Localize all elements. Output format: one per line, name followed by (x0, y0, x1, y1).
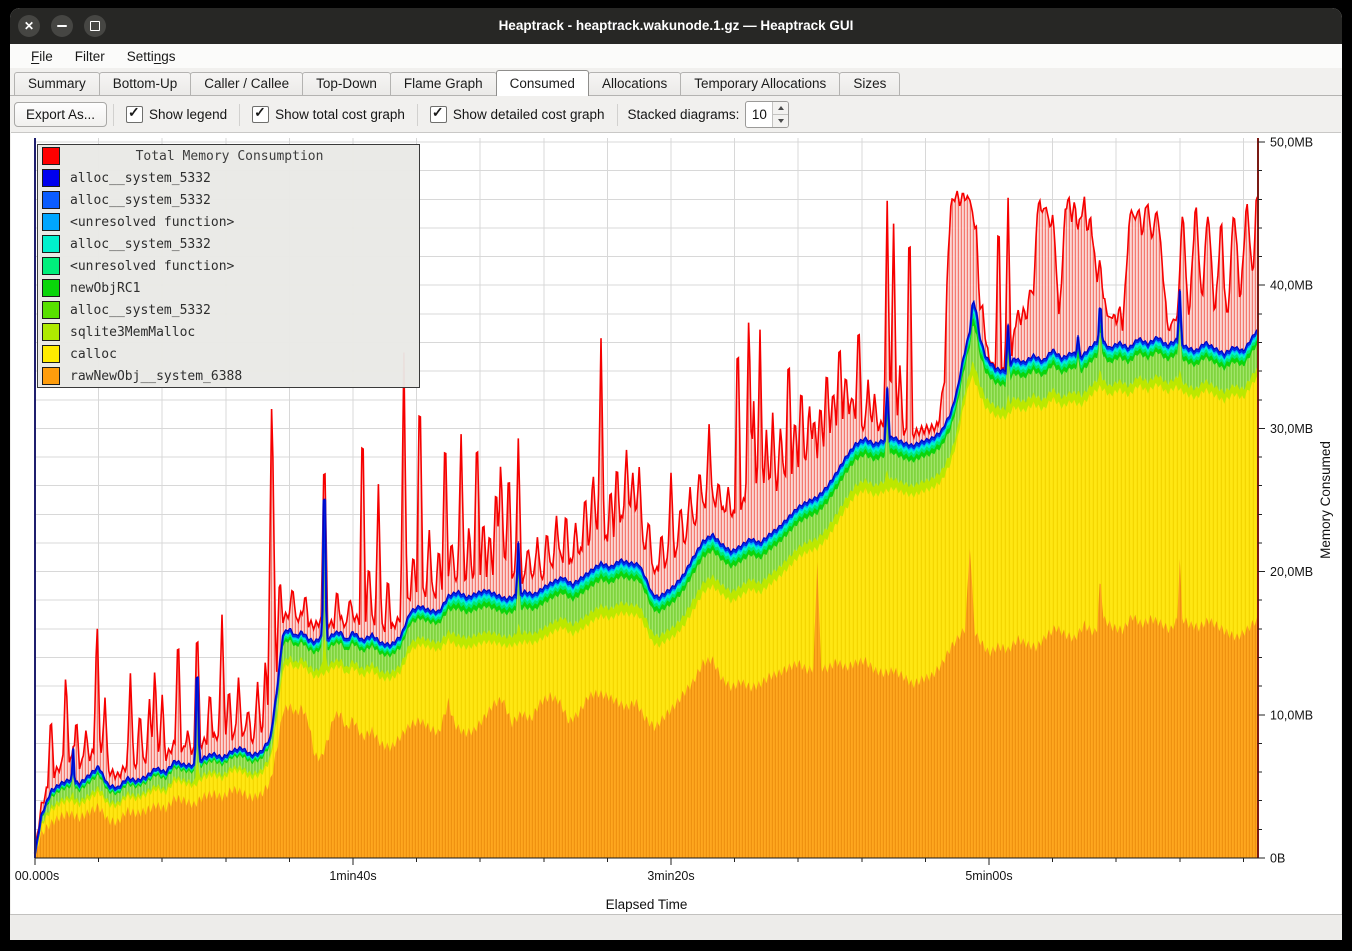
maximize-icon (90, 21, 100, 31)
spinner-up-button[interactable] (773, 102, 788, 115)
checkbox-label: Show total cost graph (275, 107, 405, 122)
tab-summary[interactable]: Summary (14, 72, 100, 95)
x-tick-label: 5min00s (965, 869, 1012, 883)
toolbar-separator (417, 104, 418, 126)
checkbox-group: ✓ Show legend ✓ Show total cost graph ✓ Show … (120, 104, 611, 126)
legend-label: alloc__system_5332 (70, 193, 211, 208)
legend-item: rawNewObj__system_6388 (38, 365, 419, 387)
legend-item: alloc__system_5332 (38, 299, 419, 321)
toolbar-separator (617, 104, 618, 126)
tab-allocations[interactable]: Allocations (588, 72, 681, 95)
tab-flame-graph[interactable]: Flame Graph (390, 72, 497, 95)
legend-swatch (42, 235, 60, 253)
y-tick-label: 30,0MB (1270, 422, 1313, 436)
legend-title-row: Total Memory Consumption (38, 145, 419, 167)
toolbar: Export As... ✓ Show legend ✓ Show total cos… (10, 96, 1342, 133)
tab-bottom-up[interactable]: Bottom-Up (99, 72, 192, 95)
tab-caller-callee[interactable]: Caller / Callee (190, 72, 303, 95)
chart-legend: Total Memory Consumption alloc__system_53… (37, 144, 420, 388)
legend-item: alloc__system_5332 (38, 189, 419, 211)
legend-swatch-total (42, 147, 60, 165)
legend-swatch (42, 257, 60, 275)
checkbox-label: Show legend (149, 107, 227, 122)
legend-swatch (42, 169, 60, 187)
checkbox-show-detailed-cost-graph[interactable]: ✓ Show detailed cost graph (430, 106, 605, 123)
menu-item-filter[interactable]: Filter (64, 47, 116, 66)
legend-label: <unresolved function> (70, 215, 234, 230)
y-tick-label: 50,0MB (1270, 136, 1313, 150)
x-axis-title: Elapsed Time (606, 897, 688, 912)
legend-label: newObjRC1 (70, 281, 140, 296)
legend-label: alloc__system_5332 (70, 303, 211, 318)
legend-item: alloc__system_5332 (38, 167, 419, 189)
legend-label: <unresolved function> (70, 259, 234, 274)
checkbox-label: Show detailed cost graph (453, 107, 605, 122)
legend-title: Total Memory Consumption (60, 149, 419, 164)
checkbox-show-legend[interactable]: ✓ Show legend (126, 106, 227, 123)
legend-item: alloc__system_5332 (38, 233, 419, 255)
legend-swatch (42, 191, 60, 209)
tab-temporary-allocations[interactable]: Temporary Allocations (680, 72, 840, 95)
legend-label: sqlite3MemMalloc (70, 325, 195, 340)
close-button[interactable]: ✕ (18, 15, 40, 37)
minimize-button[interactable] (51, 15, 73, 37)
title-bar: ✕ Heaptrack - heaptrack.wakunode.1.gz — … (10, 8, 1342, 44)
window-footer (10, 914, 1342, 940)
y-tick-label: 0B (1270, 852, 1285, 866)
check-icon: ✓ (128, 104, 140, 121)
menu-item-settings[interactable]: Settings (116, 47, 187, 66)
window-title: Heaptrack - heaptrack.wakunode.1.gz — He… (10, 8, 1342, 44)
maximize-button[interactable] (84, 15, 106, 37)
menu-item-file[interactable]: File (20, 47, 64, 66)
tab-bar: SummaryBottom-UpCaller / CalleeTop-DownF… (10, 68, 1342, 96)
app-window: ✕ Heaptrack - heaptrack.wakunode.1.gz — … (10, 8, 1342, 940)
y-tick-label: 20,0MB (1270, 565, 1313, 579)
legend-swatch (42, 301, 60, 319)
tab-consumed[interactable]: Consumed (496, 70, 589, 96)
checkbox-box: ✓ (126, 106, 143, 123)
legend-swatch (42, 345, 60, 363)
spinner-down-button[interactable] (773, 115, 788, 127)
x-tick-label: 3min20s (647, 869, 694, 883)
export-as-button[interactable]: Export As... (14, 102, 107, 127)
chevron-down-icon (778, 119, 784, 123)
tab-top-down[interactable]: Top-Down (302, 72, 391, 95)
check-icon: ✓ (254, 104, 266, 121)
legend-swatch (42, 279, 60, 297)
y-tick-label: 10,0MB (1270, 708, 1313, 722)
legend-label: alloc__system_5332 (70, 237, 211, 252)
x-tick-label: 00.000s (15, 869, 59, 883)
legend-swatch (42, 367, 60, 385)
y-axis-title: Memory Consumed (1318, 441, 1333, 559)
stacked-diagrams-label: Stacked diagrams: (628, 107, 740, 122)
y-tick-label: 40,0MB (1270, 279, 1313, 293)
check-icon: ✓ (432, 104, 444, 121)
close-icon: ✕ (24, 20, 34, 32)
checkbox-box: ✓ (430, 106, 447, 123)
chevron-up-icon (778, 106, 784, 110)
legend-item: <unresolved function> (38, 211, 419, 233)
checkbox-box: ✓ (252, 106, 269, 123)
stacked-diagrams-spinbox[interactable]: 10 (745, 101, 789, 128)
stacked-diagrams-value: 10 (746, 102, 772, 127)
legend-label: rawNewObj__system_6388 (70, 369, 242, 384)
checkbox-show-total-cost-graph[interactable]: ✓ Show total cost graph (252, 106, 405, 123)
legend-swatch (42, 323, 60, 341)
legend-item: newObjRC1 (38, 277, 419, 299)
legend-label: calloc (70, 347, 117, 362)
menu-bar: FileFilterSettings (10, 44, 1342, 68)
legend-label: alloc__system_5332 (70, 171, 211, 186)
toolbar-separator (113, 104, 114, 126)
legend-item: calloc (38, 343, 419, 365)
spinner-buttons (772, 102, 788, 127)
legend-swatch (42, 213, 60, 231)
toolbar-separator (239, 104, 240, 126)
x-tick-label: 1min40s (329, 869, 376, 883)
legend-item: <unresolved function> (38, 255, 419, 277)
screen: { "window": { "title": "Heaptrack - heap… (0, 0, 1352, 951)
legend-item: sqlite3MemMalloc (38, 321, 419, 343)
tab-sizes[interactable]: Sizes (839, 72, 900, 95)
minimize-icon (57, 25, 67, 27)
